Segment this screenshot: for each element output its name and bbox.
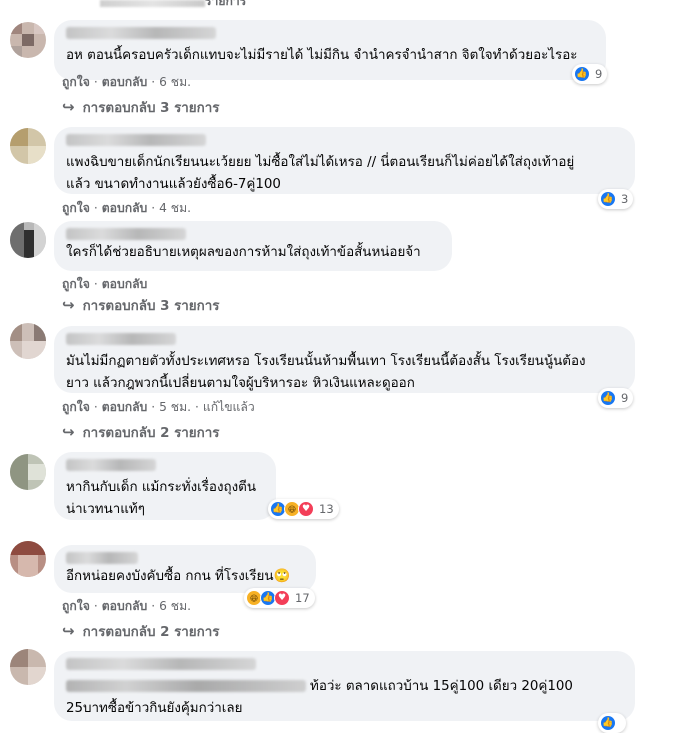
- avatar[interactable]: [10, 454, 46, 490]
- comment-bubble: ท้อว่ะ ตลาดแถวบ้าน 15คู่100 เดียว 20คู่1…: [54, 651, 635, 721]
- comment-bubble: อห ตอนนี้ครอบครัวเด็กแทบจะไม่มีรายได้ ไม…: [54, 20, 606, 80]
- like-button[interactable]: ถูกใจ: [62, 398, 90, 417]
- comment-text: อีกหน่อยคงบังคับซื้อ กกน ที่โรงเรียน🙄: [66, 569, 291, 584]
- avatar[interactable]: [10, 222, 46, 258]
- avatar[interactable]: [10, 323, 46, 359]
- author-name[interactable]: [66, 134, 206, 146]
- replies-link-partial[interactable]: รายการ: [205, 0, 246, 11]
- author-name[interactable]: [66, 27, 216, 39]
- view-replies-link[interactable]: ↪ การตอบกลับ 2 รายการ: [62, 622, 219, 640]
- view-replies-link[interactable]: ↪ การตอบกลับ 3 รายการ: [62, 98, 219, 116]
- reply-button[interactable]: ตอบกลับ: [102, 398, 148, 417]
- avatar[interactable]: [10, 128, 46, 164]
- reply-arrow-icon: ↪: [62, 98, 75, 116]
- blurred-text: [66, 680, 306, 692]
- author-name[interactable]: [66, 552, 138, 564]
- reactions-summary[interactable]: 👍 3: [598, 189, 634, 209]
- reactions-summary[interactable]: 👍 9: [572, 64, 608, 84]
- blurred-name: [100, 0, 205, 7]
- comment-bubble: ใครก็ได้ช่วยอธิบายเหตุผลของการห้ามใส่ถุง…: [54, 221, 452, 271]
- comment-text: ท้อว่ะ ตลาดแถวบ้าน 15คู่100 เดียว 20คู่1…: [66, 679, 573, 716]
- author-name[interactable]: [66, 459, 156, 471]
- heart-icon: ♥: [274, 590, 290, 606]
- comment-text: แพงฉิบขายเด็กนักเรียนนะเว้ยยย ไม่ซื้อใส่…: [66, 155, 575, 192]
- comment-actions: ถูกใจ · ตอบกลับ: [62, 276, 147, 292]
- comment-actions: ถูกใจ · ตอบกลับ · 5 ชม. · แก้ไขแล้ว: [62, 399, 255, 415]
- like-button[interactable]: ถูกใจ: [62, 597, 90, 616]
- comment-bubble: อีกหน่อยคงบังคับซื้อ กกน ที่โรงเรียน🙄: [54, 545, 316, 593]
- like-button[interactable]: ถูกใจ: [62, 199, 90, 218]
- reaction-count: 3: [621, 192, 629, 206]
- timestamp[interactable]: 6 ชม.: [159, 597, 191, 616]
- timestamp[interactable]: 5 ชม.: [159, 398, 191, 417]
- comment-text: ใครก็ได้ช่วยอธิบายเหตุผลของการห้ามใส่ถุง…: [66, 245, 421, 260]
- reactions-summary[interactable]: 👍 9: [598, 388, 634, 408]
- author-name[interactable]: [66, 658, 256, 670]
- comment-text: หากินกับเด็ก แม้กระทั่งเรื่องถุงตีน น่าเ…: [66, 480, 257, 517]
- avatar[interactable]: [10, 541, 46, 577]
- avatar[interactable]: [10, 649, 46, 685]
- reply-button[interactable]: ตอบกลับ: [102, 597, 148, 616]
- reply-button[interactable]: ตอบกลับ: [102, 73, 148, 92]
- comment-bubble: หากินกับเด็ก แม้กระทั่งเรื่องถุงตีน น่าเ…: [54, 452, 276, 520]
- comment-actions: ถูกใจ · ตอบกลับ · 4 ชม.: [62, 200, 191, 216]
- like-button[interactable]: ถูกใจ: [62, 275, 90, 294]
- heart-icon: ♥: [298, 501, 314, 517]
- reply-arrow-icon: ↪: [62, 622, 75, 640]
- comment-bubble: มันไม่มีกฏตายตัวทั้งประเทศหรอ โรงเรียนนั…: [54, 326, 635, 393]
- reply-arrow-icon: ↪: [62, 296, 75, 314]
- reaction-count: 13: [319, 502, 334, 516]
- timestamp[interactable]: 4 ชม.: [159, 199, 191, 218]
- view-replies-link[interactable]: ↪ การตอบกลับ 3 รายการ: [62, 296, 219, 314]
- reply-button[interactable]: ตอบกลับ: [102, 199, 148, 218]
- edited-label: แก้ไขแล้ว: [202, 399, 255, 414]
- reactions-summary[interactable]: 👍 😆 ♥ 13: [268, 499, 339, 519]
- timestamp[interactable]: 6 ชม.: [159, 73, 191, 92]
- reply-arrow-icon: ↪: [62, 423, 75, 441]
- view-replies-link[interactable]: ↪ การตอบกลับ 2 รายการ: [62, 423, 219, 441]
- reply-button[interactable]: ตอบกลับ: [102, 275, 148, 294]
- comment-text: มันไม่มีกฏตายตัวทั้งประเทศหรอ โรงเรียนนั…: [66, 354, 586, 391]
- thumbs-up-icon: 👍: [574, 66, 590, 82]
- thumbs-up-icon: 👍: [600, 191, 616, 207]
- reactions-summary[interactable]: 👍: [598, 713, 626, 733]
- thumbs-up-icon: 👍: [600, 715, 616, 731]
- comment-actions: ถูกใจ · ตอบกลับ · 6 ชม.: [62, 74, 191, 90]
- avatar[interactable]: [10, 22, 46, 58]
- reactions-summary[interactable]: 😆 👍 ♥ 17: [244, 588, 315, 608]
- comments-feed: รายการ อห ตอนนี้ครอบครัวเด็กแทบจะไม่มีรา…: [0, 0, 680, 733]
- comment-bubble: แพงฉิบขายเด็กนักเรียนนะเว้ยยย ไม่ซื้อใส่…: [54, 127, 635, 194]
- author-name[interactable]: [66, 228, 186, 240]
- reaction-count: 17: [295, 591, 310, 605]
- reaction-count: 9: [621, 391, 629, 405]
- comment-text: อห ตอนนี้ครอบครัวเด็กแทบจะไม่มีรายได้ ไม…: [66, 48, 578, 63]
- thumbs-up-icon: 👍: [600, 390, 616, 406]
- like-button[interactable]: ถูกใจ: [62, 73, 90, 92]
- author-name[interactable]: [66, 333, 176, 345]
- reaction-count: 9: [595, 67, 603, 81]
- comment-actions: ถูกใจ · ตอบกลับ · 6 ชม.: [62, 598, 191, 614]
